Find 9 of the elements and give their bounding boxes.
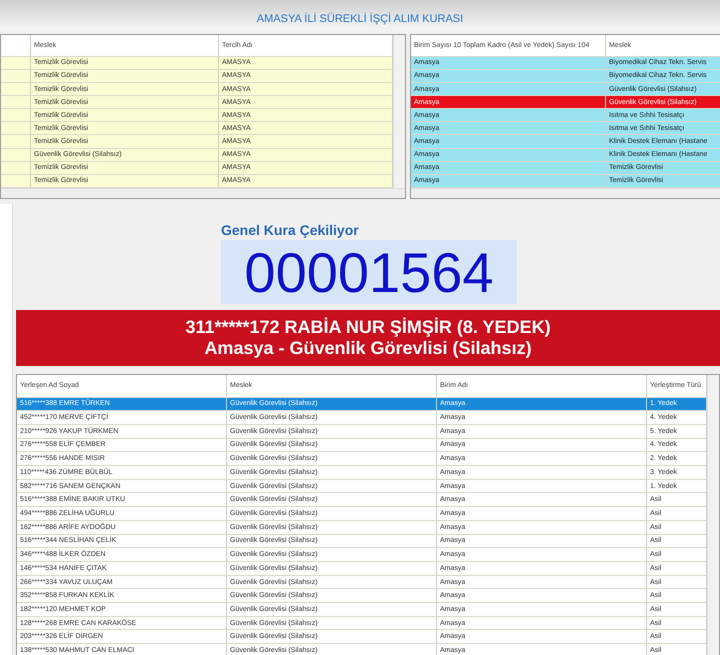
scrollbar[interactable] bbox=[1, 188, 405, 198]
window-title: AMASYA İLİ SÜREKLİ İŞÇİ ALIM KURASI bbox=[256, 13, 464, 27]
draw-number: 00001564 bbox=[221, 240, 517, 304]
winner-position: Amasya - Güvenlik Görevlisi (Silahsız) bbox=[204, 338, 532, 359]
winner-name: 311*****172 RABİA NUR ŞİMŞİR (8. YEDEK) bbox=[185, 317, 551, 338]
scrollbar[interactable] bbox=[411, 188, 720, 198]
scrollbar[interactable] bbox=[393, 35, 405, 188]
draw-heading: Genel Kura Çekiliyor bbox=[221, 222, 360, 238]
scrollbar[interactable] bbox=[707, 375, 719, 655]
